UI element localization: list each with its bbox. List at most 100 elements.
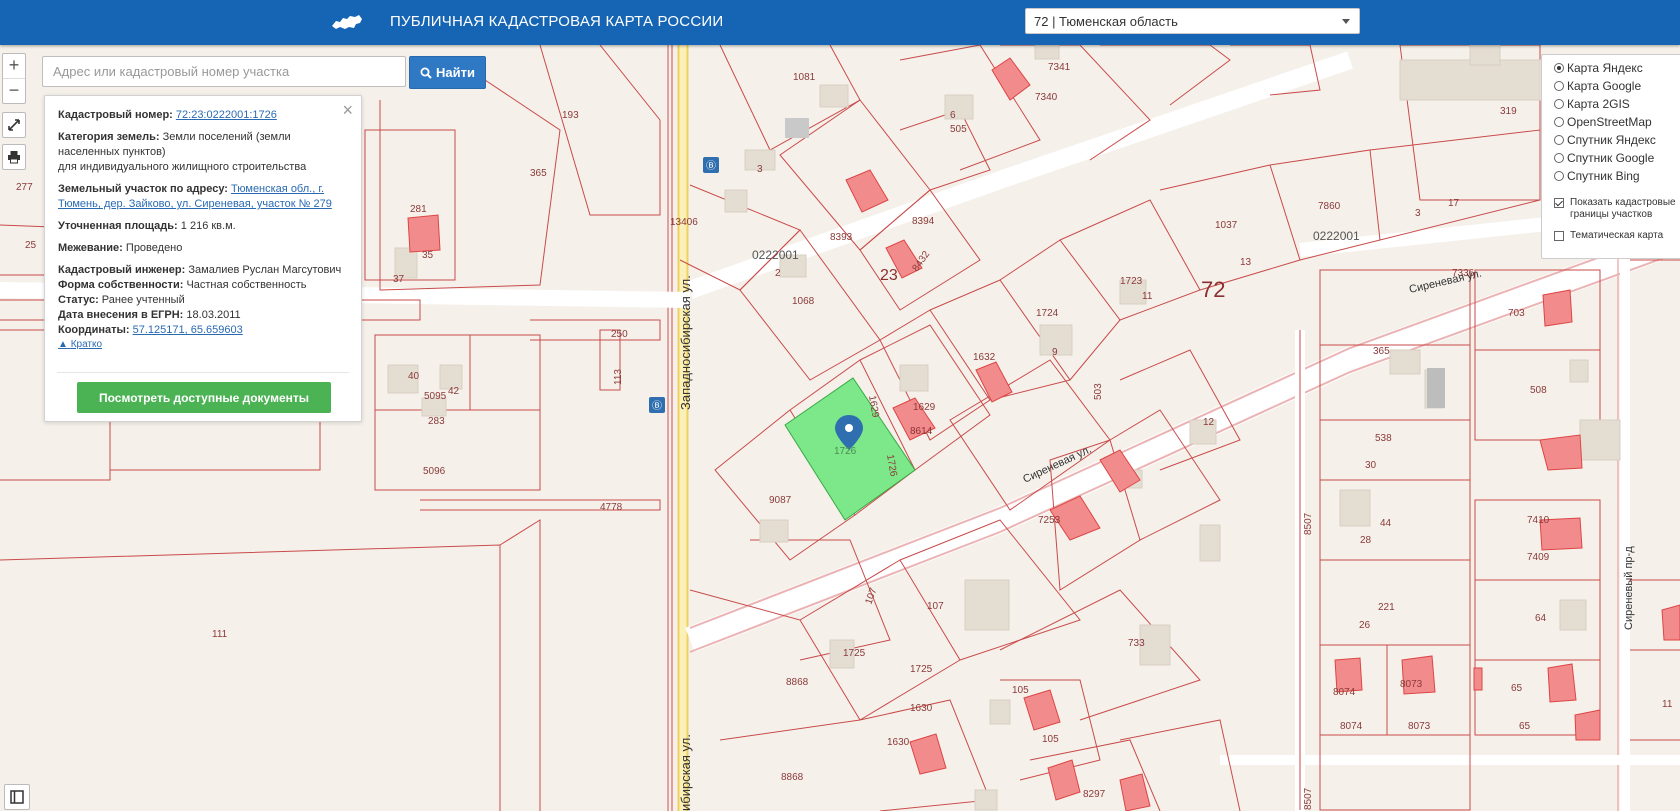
address-label: Земельный участок по адресу: — [58, 183, 228, 195]
svg-text:4778: 4778 — [600, 502, 623, 513]
triangle-up-icon: ▲ — [58, 339, 68, 350]
bus-stop-icon: Ⓑ — [649, 397, 665, 413]
ownership-value: Частная собственность — [186, 279, 307, 291]
region-select-value: 72 | Тюменская область — [1034, 14, 1178, 29]
engineer-value: Замалиев Руслан Магсутович — [188, 264, 342, 276]
svg-text:7253: 7253 — [1038, 515, 1061, 526]
layer-google-map[interactable]: Карта Google — [1554, 79, 1641, 93]
svg-text:8073: 8073 — [1400, 679, 1423, 690]
zoom-control: + − — [2, 53, 26, 104]
survey-value: Проведено — [125, 242, 183, 254]
svg-text:107: 107 — [927, 601, 944, 612]
printer-icon — [8, 151, 20, 164]
svg-text:221: 221 — [1378, 602, 1395, 613]
svg-text:8507: 8507 — [1303, 512, 1314, 535]
layer-bing-satellite[interactable]: Спутник Bing — [1554, 169, 1640, 183]
egrn-date-value: 18.03.2011 — [186, 309, 241, 321]
layer-yandex-satellite[interactable]: Спутник Яндекс — [1554, 133, 1656, 147]
show-cadastral-borders-toggle[interactable]: Показать кадастровые границы участков — [1554, 197, 1676, 221]
app-title: ПУБЛИЧНАЯ КАДАСТРОВАЯ КАРТА РОССИИ — [390, 13, 724, 30]
svg-text:283: 283 — [428, 416, 445, 427]
quarter-label: 23 — [880, 267, 898, 284]
block-label: 0222001 — [1313, 229, 1360, 243]
russia-map-logo-icon — [332, 15, 362, 29]
svg-text:2: 2 — [775, 268, 781, 279]
cadastral-number-link[interactable]: 72:23:0222001:1726 — [176, 109, 277, 121]
land-usage-value: для индивидуального жилищного строительс… — [58, 161, 307, 173]
fullscreen-button[interactable] — [2, 112, 26, 138]
svg-text:505: 505 — [950, 124, 967, 135]
search-button-label: Найти — [436, 65, 475, 80]
svg-text:277: 277 — [16, 182, 33, 193]
street-label: Сиреневый пр-д — [1623, 546, 1635, 630]
svg-text:703: 703 — [1508, 308, 1525, 319]
radio-icon — [1554, 171, 1564, 181]
svg-text:35: 35 — [422, 250, 434, 261]
region-select[interactable]: 72 | Тюменская область — [1025, 8, 1360, 34]
radio-icon — [1554, 153, 1564, 163]
radio-icon — [1554, 99, 1564, 109]
svg-text:11: 11 — [1142, 291, 1153, 302]
zoom-in-button[interactable]: + — [3, 54, 25, 78]
svg-text:7340: 7340 — [1035, 92, 1058, 103]
svg-text:1725: 1725 — [910, 664, 933, 675]
street-label: Западносибирская ул. — [678, 275, 693, 410]
svg-text:8074: 8074 — [1333, 687, 1356, 698]
svg-text:3: 3 — [1415, 208, 1421, 219]
svg-text:111: 111 — [212, 629, 228, 640]
svg-text:5095: 5095 — [424, 391, 447, 402]
svg-text:8394: 8394 — [912, 216, 935, 227]
layer-2gis-map[interactable]: Карта 2GIS — [1554, 97, 1630, 111]
svg-text:26: 26 — [1359, 620, 1371, 631]
collapse-link[interactable]: ▲ Кратко — [58, 339, 102, 350]
divider — [57, 372, 349, 373]
coordinates-label: Координаты: — [58, 324, 130, 336]
svg-text:30: 30 — [1365, 460, 1377, 471]
layer-openstreetmap[interactable]: OpenStreetMap — [1554, 115, 1652, 129]
svg-text:250: 250 — [611, 329, 628, 340]
svg-text:113: 113 — [613, 369, 624, 385]
collapse-label: Кратко — [70, 339, 103, 350]
zoom-out-button[interactable]: − — [3, 78, 25, 103]
layer-google-satellite[interactable]: Спутник Google — [1554, 151, 1654, 165]
svg-text:8074: 8074 — [1340, 721, 1363, 732]
svg-text:37: 37 — [393, 274, 405, 285]
svg-text:7860: 7860 — [1318, 201, 1341, 212]
svg-text:319: 319 — [1500, 106, 1517, 117]
svg-text:733: 733 — [1128, 638, 1145, 649]
svg-text:25: 25 — [25, 240, 37, 251]
svg-text:105: 105 — [1042, 734, 1059, 745]
thematic-map-toggle[interactable]: Тематическая карта — [1554, 230, 1663, 242]
block-label: 0222001 — [752, 248, 799, 262]
legend-button[interactable] — [4, 784, 30, 810]
svg-text:12: 12 — [1203, 417, 1215, 428]
radio-icon — [1554, 117, 1564, 127]
svg-text:1725: 1725 — [843, 648, 866, 659]
svg-text:7341: 7341 — [1048, 62, 1071, 73]
print-button[interactable] — [2, 144, 26, 170]
search-input[interactable] — [42, 56, 406, 87]
cadastral-number-label: Кадастровый номер: — [58, 109, 173, 121]
svg-text:11: 11 — [1662, 699, 1673, 710]
chevron-down-icon — [1342, 19, 1350, 24]
search-button[interactable]: Найти — [409, 56, 486, 89]
radio-selected-icon — [1554, 63, 1564, 73]
svg-text:1632: 1632 — [973, 352, 996, 363]
svg-text:17: 17 — [1448, 198, 1460, 209]
svg-text:365: 365 — [1373, 346, 1390, 357]
street-label: ибирская ул. — [678, 734, 693, 811]
svg-text:1630: 1630 — [910, 703, 933, 714]
svg-text:7410: 7410 — [1527, 515, 1550, 526]
close-icon[interactable]: × — [342, 100, 353, 121]
coordinates-link[interactable]: 57.125171, 65.659603 — [133, 324, 243, 336]
svg-text:8297: 8297 — [1083, 789, 1106, 800]
view-documents-button[interactable]: Посмотреть доступные документы — [77, 382, 331, 413]
svg-text:105: 105 — [1012, 685, 1029, 696]
svg-text:1629: 1629 — [913, 402, 936, 413]
svg-text:508: 508 — [1530, 385, 1547, 396]
layer-yandex-map[interactable]: Карта Яндекс — [1554, 61, 1643, 75]
svg-text:7409: 7409 — [1527, 552, 1550, 563]
checkbox-icon — [1554, 231, 1564, 241]
svg-text:Ⓑ: Ⓑ — [706, 160, 716, 172]
svg-text:13: 13 — [1240, 257, 1252, 268]
